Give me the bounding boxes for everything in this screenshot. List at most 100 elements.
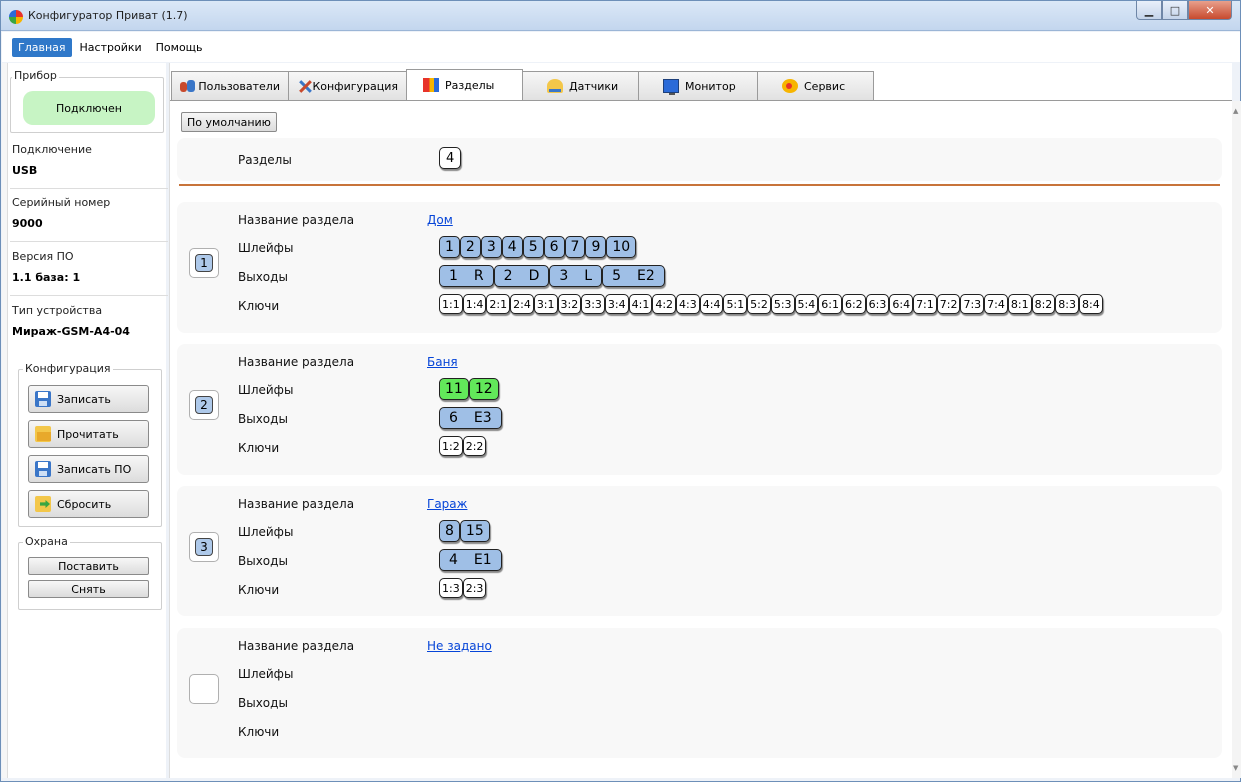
tab-service[interactable]: Сервис: [757, 71, 874, 100]
key-chip[interactable]: 6:3: [865, 294, 890, 314]
tab-monitor[interactable]: Монитор: [638, 71, 758, 100]
connection-status: Подключен: [23, 91, 155, 125]
field-label: Шлейфы: [238, 667, 294, 681]
partition-name-link[interactable]: Не задано: [427, 639, 492, 653]
loop-chip[interactable]: 8: [439, 520, 460, 542]
loop-chip[interactable]: 4: [501, 236, 523, 258]
key-chip[interactable]: 6:2: [841, 294, 866, 314]
key-chip[interactable]: 5:2: [747, 294, 771, 314]
read-button[interactable]: Прочитать: [28, 420, 149, 448]
partitions-count[interactable]: 4: [439, 147, 462, 169]
key-chip[interactable]: 2:3: [462, 578, 487, 598]
write-firmware-button[interactable]: Записать ПО: [28, 455, 149, 483]
tab-sensors[interactable]: Датчики: [522, 71, 639, 100]
key-chip[interactable]: 7:4: [984, 294, 1008, 314]
key-chip[interactable]: 7:1: [913, 294, 937, 314]
maximize-button[interactable]: □: [1162, 1, 1188, 20]
loop-chip[interactable]: 3: [480, 236, 502, 258]
arm-button[interactable]: Поставить: [28, 557, 149, 575]
key-chip[interactable]: 8:3: [1055, 294, 1079, 314]
minimize-button[interactable]: ▁: [1136, 1, 1162, 20]
key-chip[interactable]: 4:2: [652, 294, 677, 314]
key-chip[interactable]: 3:1: [533, 294, 558, 314]
tab-users[interactable]: Пользователи: [171, 71, 289, 100]
sensor-icon: [547, 79, 563, 93]
loop-chip[interactable]: 15: [459, 520, 490, 542]
key-chip[interactable]: 4:3: [676, 294, 700, 314]
save-icon: [35, 461, 51, 477]
loop-chip[interactable]: 12: [468, 378, 499, 400]
partition-number-box[interactable]: 2: [189, 390, 219, 420]
disarm-button[interactable]: Снять: [28, 580, 149, 598]
key-chip[interactable]: 5:3: [770, 294, 795, 314]
key-chip[interactable]: 1:2: [439, 436, 463, 456]
key-chip[interactable]: 2:1: [486, 294, 511, 314]
key-chip[interactable]: 5:4: [794, 294, 819, 314]
info-value: USB: [12, 164, 38, 177]
partition-name-link[interactable]: Баня: [427, 355, 458, 369]
partitions-icon: [423, 78, 439, 92]
output-chip[interactable]: 3L: [549, 265, 603, 287]
key-chip[interactable]: 8:4: [1078, 294, 1103, 314]
partition-number-box[interactable]: 3: [189, 532, 219, 562]
reset-button[interactable]: Сбросить: [28, 490, 149, 518]
output-chip[interactable]: 6 E3: [439, 407, 502, 429]
tools-icon: [297, 79, 306, 93]
loop-chip[interactable]: 11: [439, 378, 469, 400]
key-chip[interactable]: 6:4: [889, 294, 914, 314]
loop-chip[interactable]: 5: [522, 236, 544, 258]
write-button[interactable]: Записать: [28, 385, 149, 413]
output-chip[interactable]: 1R: [439, 265, 494, 287]
key-chip[interactable]: 7:3: [960, 294, 985, 314]
loop-chip[interactable]: 9: [585, 236, 607, 258]
outputs-chips: 1 R 2 D 3 L 5 E2: [439, 265, 665, 287]
key-chip[interactable]: 5:1: [723, 294, 748, 314]
loop-chip[interactable]: 1: [439, 236, 460, 258]
key-chip[interactable]: 6:1: [818, 294, 842, 314]
vertical-scrollbar[interactable]: [1232, 101, 1241, 778]
key-chip[interactable]: 2:4: [510, 294, 534, 314]
output-chip[interactable]: 2D: [493, 265, 550, 287]
partition-name-link[interactable]: Гараж: [427, 497, 467, 511]
key-chip[interactable]: 4:4: [699, 294, 724, 314]
loop-chip[interactable]: 7: [564, 236, 586, 258]
default-button[interactable]: По умолчанию: [181, 112, 277, 132]
key-chip[interactable]: 1:4: [462, 294, 487, 314]
menu-main[interactable]: Главная: [12, 37, 72, 57]
tab-partitions[interactable]: Разделы: [406, 69, 523, 100]
output-chip[interactable]: 4 E1: [439, 549, 502, 571]
key-chip[interactable]: 8:2: [1031, 294, 1056, 314]
key-chip[interactable]: 3:3: [581, 294, 605, 314]
service-icon: [782, 79, 798, 93]
key-chip[interactable]: 2:2: [462, 436, 487, 456]
scroll-down-arrow[interactable]: ▼: [1233, 764, 1238, 772]
scroll-up-arrow[interactable]: ▲: [1233, 107, 1238, 115]
partition-number-box[interactable]: [189, 674, 219, 704]
menu-help[interactable]: Помощь: [150, 38, 209, 57]
tab-divider: [170, 100, 1232, 101]
key-chip[interactable]: 8:1: [1007, 294, 1032, 314]
tab-label: Монитор: [685, 79, 736, 93]
key-chip[interactable]: 7:2: [936, 294, 961, 314]
partition-number-box[interactable]: 1: [189, 248, 219, 278]
loop-chip[interactable]: 10: [606, 236, 637, 258]
tab-label: Разделы: [445, 78, 495, 92]
loop-chip[interactable]: 6: [543, 236, 565, 258]
divider: [10, 295, 168, 296]
key-chip[interactable]: 4:1: [628, 294, 653, 314]
key-chip[interactable]: 3:4: [604, 294, 629, 314]
tab-configuration[interactable]: Конфигурация: [288, 71, 407, 100]
partition-name-link[interactable]: Дом: [427, 213, 453, 227]
info-label: Подключение: [12, 143, 92, 156]
field-label: Шлейфы: [238, 241, 294, 255]
close-button[interactable]: ✕: [1188, 1, 1232, 20]
partitions-count-value[interactable]: 4: [439, 147, 462, 169]
info-label: Серийный номер: [12, 196, 111, 209]
key-chip[interactable]: 1:3: [439, 578, 463, 598]
info-connection: Подключение USB: [10, 143, 168, 177]
output-chip[interactable]: 5 E2: [602, 265, 665, 287]
key-chip[interactable]: 3:2: [557, 294, 582, 314]
loop-chip[interactable]: 2: [459, 236, 481, 258]
menu-settings[interactable]: Настройки: [74, 38, 148, 57]
key-chip[interactable]: 1:1: [439, 294, 463, 314]
